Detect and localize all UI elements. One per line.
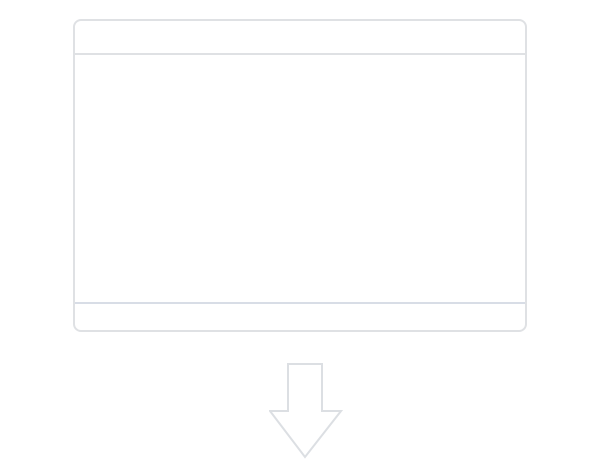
- window-body: [75, 55, 525, 302]
- window-footer: [75, 302, 525, 330]
- blank-window: [73, 19, 527, 332]
- window-title: [75, 29, 85, 43]
- arrow-down-icon: [269, 363, 343, 459]
- status-text: [75, 311, 85, 323]
- window-header: [75, 21, 525, 55]
